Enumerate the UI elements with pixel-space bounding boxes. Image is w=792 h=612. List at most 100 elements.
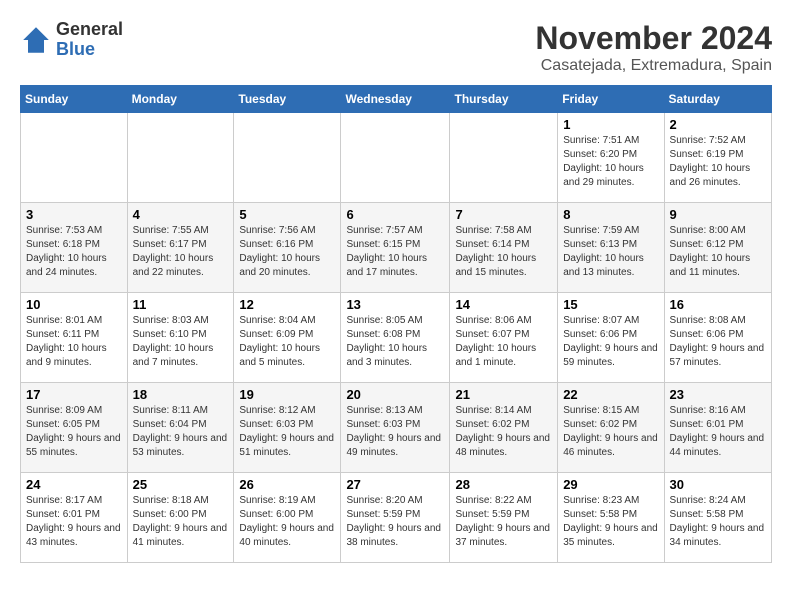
day-number: 16 <box>670 297 766 312</box>
calendar-cell: 1 Sunrise: 7:51 AM Sunset: 6:20 PM Daylig… <box>558 113 664 203</box>
calendar-cell: 14Sunrise: 8:06 AM Sunset: 6:07 PM Dayli… <box>450 293 558 383</box>
day-info: Sunrise: 8:15 AM Sunset: 6:02 PM Dayligh… <box>563 404 658 460</box>
weekday-header: Sunday <box>21 86 128 113</box>
day-info: Sunrise: 7:56 AM Sunset: 6:16 PM Dayligh… <box>239 224 335 280</box>
calendar-cell: 18Sunrise: 8:11 AM Sunset: 6:04 PM Dayli… <box>127 383 234 473</box>
day-info: Sunrise: 8:04 AM Sunset: 6:09 PM Dayligh… <box>239 314 335 370</box>
calendar-cell: 3 Sunrise: 7:53 AM Sunset: 6:18 PM Daylig… <box>21 203 128 293</box>
day-info: Sunrise: 8:01 AM Sunset: 6:11 PM Dayligh… <box>26 314 122 370</box>
weekday-header: Monday <box>127 86 234 113</box>
calendar-week-row: 3 Sunrise: 7:53 AM Sunset: 6:18 PM Daylig… <box>21 203 772 293</box>
day-number: 20 <box>346 387 444 402</box>
calendar-cell <box>21 113 128 203</box>
day-number: 23 <box>670 387 766 402</box>
day-info: Sunrise: 7:52 AM Sunset: 6:19 PM Dayligh… <box>670 134 766 190</box>
day-info: Sunrise: 7:58 AM Sunset: 6:14 PM Dayligh… <box>455 224 552 280</box>
day-number: 14 <box>455 297 552 312</box>
day-number: 27 <box>346 477 444 492</box>
day-number: 8 <box>563 207 658 222</box>
calendar-cell: 6 Sunrise: 7:57 AM Sunset: 6:15 PM Daylig… <box>341 203 450 293</box>
weekday-header: Saturday <box>664 86 771 113</box>
calendar-cell: 16Sunrise: 8:08 AM Sunset: 6:06 PM Dayli… <box>664 293 771 383</box>
calendar-cell: 26Sunrise: 8:19 AM Sunset: 6:00 PM Dayli… <box>234 473 341 563</box>
day-info: Sunrise: 8:07 AM Sunset: 6:06 PM Dayligh… <box>563 314 658 370</box>
calendar-cell: 10 Sunrise: 8:01 AM Sunset: 6:11 PM Dayli… <box>21 293 128 383</box>
weekday-header: Friday <box>558 86 664 113</box>
day-number: 25 <box>133 477 229 492</box>
day-info: Sunrise: 7:53 AM Sunset: 6:18 PM Dayligh… <box>26 224 122 280</box>
day-info: Sunrise: 8:17 AM Sunset: 6:01 PM Dayligh… <box>26 494 122 550</box>
calendar-cell: 24Sunrise: 8:17 AM Sunset: 6:01 PM Dayli… <box>21 473 128 563</box>
calendar-cell: 28 Sunrise: 8:22 AM Sunset: 5:59 PM Dayli… <box>450 473 558 563</box>
logo-icon <box>20 24 52 56</box>
weekday-header: Tuesday <box>234 86 341 113</box>
day-info: Sunrise: 8:20 AM Sunset: 5:59 PM Dayligh… <box>346 494 444 550</box>
day-number: 17 <box>26 387 122 402</box>
calendar-cell: 30 Sunrise: 8:24 AM Sunset: 5:58 PM Dayli… <box>664 473 771 563</box>
day-info: Sunrise: 8:12 AM Sunset: 6:03 PM Dayligh… <box>239 404 335 460</box>
calendar-cell: 5 Sunrise: 7:56 AM Sunset: 6:16 PM Daylig… <box>234 203 341 293</box>
day-info: Sunrise: 8:22 AM Sunset: 5:59 PM Dayligh… <box>455 494 552 550</box>
calendar-week-row: 10 Sunrise: 8:01 AM Sunset: 6:11 PM Dayli… <box>21 293 772 383</box>
logo-blue: Blue <box>56 39 95 59</box>
calendar-cell <box>234 113 341 203</box>
day-number: 1 <box>563 117 658 132</box>
calendar-body: 1 Sunrise: 7:51 AM Sunset: 6:20 PM Daylig… <box>21 113 772 563</box>
day-number: 7 <box>455 207 552 222</box>
calendar-cell: 17 Sunrise: 8:09 AM Sunset: 6:05 PM Dayli… <box>21 383 128 473</box>
day-info: Sunrise: 7:59 AM Sunset: 6:13 PM Dayligh… <box>563 224 658 280</box>
calendar-cell: 8 Sunrise: 7:59 AM Sunset: 6:13 PM Daylig… <box>558 203 664 293</box>
calendar-week-row: 1 Sunrise: 7:51 AM Sunset: 6:20 PM Daylig… <box>21 113 772 203</box>
day-number: 5 <box>239 207 335 222</box>
day-info: Sunrise: 8:24 AM Sunset: 5:58 PM Dayligh… <box>670 494 766 550</box>
day-info: Sunrise: 8:23 AM Sunset: 5:58 PM Dayligh… <box>563 494 658 550</box>
calendar-cell: 19 Sunrise: 8:12 AM Sunset: 6:03 PM Dayli… <box>234 383 341 473</box>
calendar-cell: 20 Sunrise: 8:13 AM Sunset: 6:03 PM Dayli… <box>341 383 450 473</box>
day-info: Sunrise: 8:03 AM Sunset: 6:10 PM Dayligh… <box>133 314 229 370</box>
day-number: 10 <box>26 297 122 312</box>
weekday-row: SundayMondayTuesdayWednesdayThursdayFrid… <box>21 86 772 113</box>
day-number: 13 <box>346 297 444 312</box>
calendar-cell: 23 Sunrise: 8:16 AM Sunset: 6:01 PM Dayli… <box>664 383 771 473</box>
logo-text: General Blue <box>56 20 123 60</box>
day-number: 3 <box>26 207 122 222</box>
day-number: 4 <box>133 207 229 222</box>
day-info: Sunrise: 8:16 AM Sunset: 6:01 PM Dayligh… <box>670 404 766 460</box>
day-number: 26 <box>239 477 335 492</box>
calendar-table: SundayMondayTuesdayWednesdayThursdayFrid… <box>20 85 772 563</box>
day-number: 29 <box>563 477 658 492</box>
day-number: 19 <box>239 387 335 402</box>
day-info: Sunrise: 8:00 AM Sunset: 6:12 PM Dayligh… <box>670 224 766 280</box>
calendar-cell: 25 Sunrise: 8:18 AM Sunset: 6:00 PM Dayli… <box>127 473 234 563</box>
location: Casatejada, Extremadura, Spain <box>535 57 772 75</box>
day-number: 2 <box>670 117 766 132</box>
day-number: 28 <box>455 477 552 492</box>
day-number: 11 <box>133 297 229 312</box>
day-info: Sunrise: 8:05 AM Sunset: 6:08 PM Dayligh… <box>346 314 444 370</box>
title-block: November 2024 Casatejada, Extremadura, S… <box>535 20 772 75</box>
logo: General Blue <box>20 20 123 60</box>
page-header: General Blue November 2024 Casatejada, E… <box>20 20 772 75</box>
calendar-cell: 21Sunrise: 8:14 AM Sunset: 6:02 PM Dayli… <box>450 383 558 473</box>
calendar-week-row: 17 Sunrise: 8:09 AM Sunset: 6:05 PM Dayli… <box>21 383 772 473</box>
day-info: Sunrise: 7:57 AM Sunset: 6:15 PM Dayligh… <box>346 224 444 280</box>
day-number: 30 <box>670 477 766 492</box>
day-info: Sunrise: 7:51 AM Sunset: 6:20 PM Dayligh… <box>563 134 658 190</box>
calendar-cell: 29 Sunrise: 8:23 AM Sunset: 5:58 PM Dayli… <box>558 473 664 563</box>
calendar-cell: 15Sunrise: 8:07 AM Sunset: 6:06 PM Dayli… <box>558 293 664 383</box>
weekday-header: Wednesday <box>341 86 450 113</box>
day-number: 6 <box>346 207 444 222</box>
calendar-cell: 11 Sunrise: 8:03 AM Sunset: 6:10 PM Dayli… <box>127 293 234 383</box>
day-info: Sunrise: 8:09 AM Sunset: 6:05 PM Dayligh… <box>26 404 122 460</box>
day-info: Sunrise: 7:55 AM Sunset: 6:17 PM Dayligh… <box>133 224 229 280</box>
day-info: Sunrise: 8:13 AM Sunset: 6:03 PM Dayligh… <box>346 404 444 460</box>
calendar-cell <box>450 113 558 203</box>
day-number: 9 <box>670 207 766 222</box>
day-info: Sunrise: 8:18 AM Sunset: 6:00 PM Dayligh… <box>133 494 229 550</box>
calendar-cell: 4 Sunrise: 7:55 AM Sunset: 6:17 PM Daylig… <box>127 203 234 293</box>
calendar-cell <box>341 113 450 203</box>
calendar-cell: 27 Sunrise: 8:20 AM Sunset: 5:59 PM Dayli… <box>341 473 450 563</box>
day-number: 22 <box>563 387 658 402</box>
calendar-cell: 22 Sunrise: 8:15 AM Sunset: 6:02 PM Dayli… <box>558 383 664 473</box>
calendar-cell: 7 Sunrise: 7:58 AM Sunset: 6:14 PM Daylig… <box>450 203 558 293</box>
